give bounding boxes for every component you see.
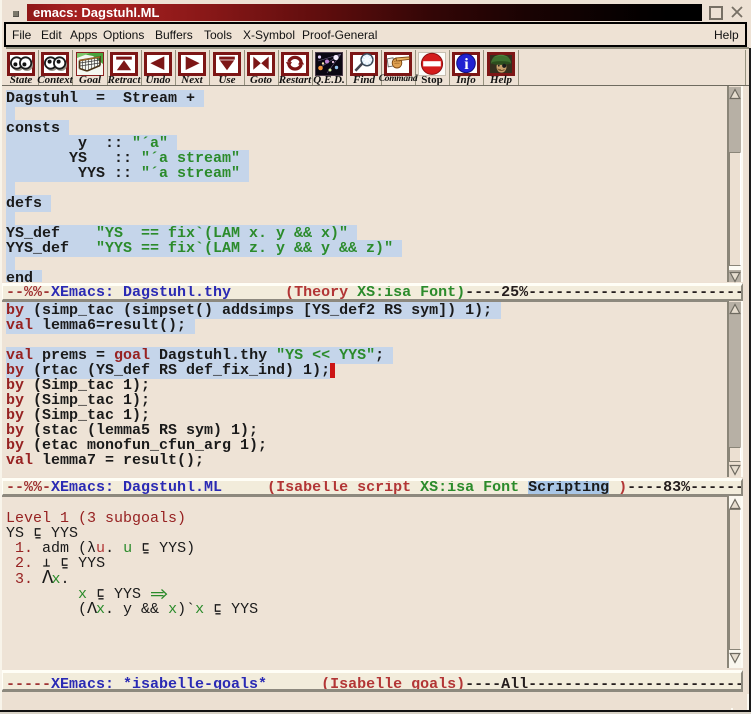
svg-text:i: i [464, 56, 469, 73]
